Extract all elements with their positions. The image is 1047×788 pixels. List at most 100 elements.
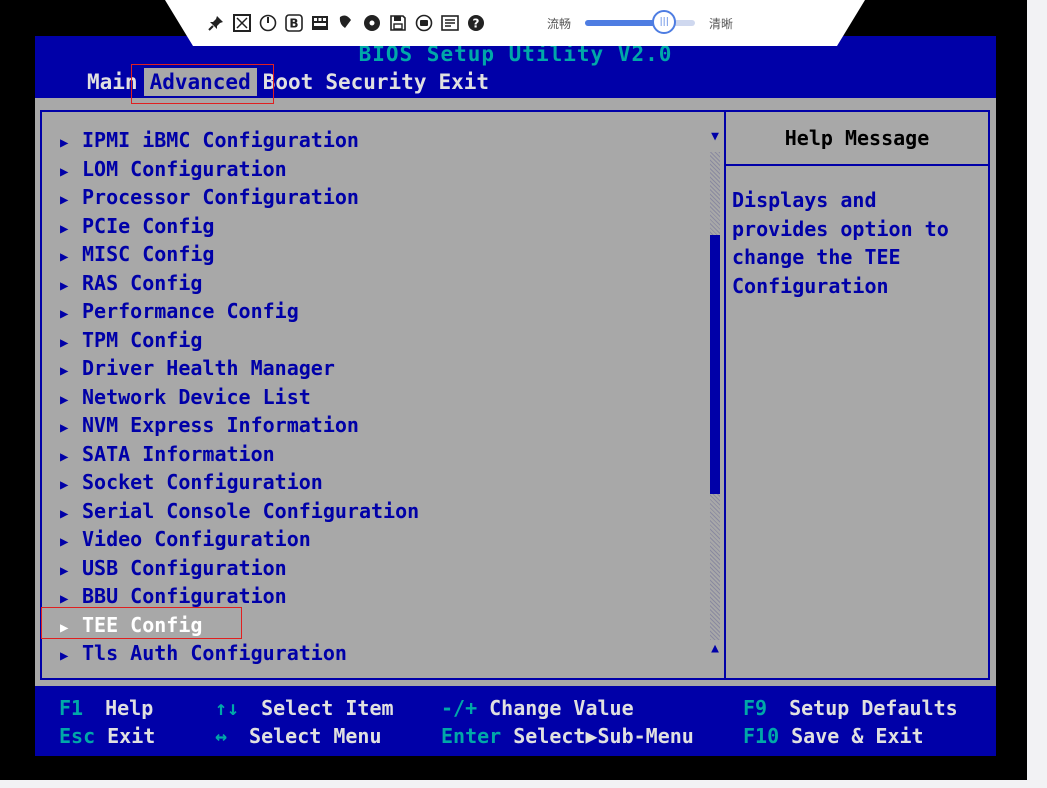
menu-item-performance-config[interactable]: ▶ Performance Config — [60, 297, 419, 326]
menu-item-label: Socket Configuration — [82, 470, 323, 494]
submenu-arrow-icon: ▶ — [60, 334, 69, 351]
menu-item-lom-configuration[interactable]: ▶ LOM Configuration — [60, 155, 419, 184]
key-hint-setup-defaults: F9 Setup Defaults — [743, 696, 958, 720]
bios-body: ▶ IPMI iBMC Configuration ▶ LOM Configurati… — [35, 98, 996, 686]
submenu-arrow-icon: ▶ — [60, 277, 69, 294]
menu-item-usb-configuration[interactable]: ▶ USB Configuration — [60, 554, 419, 583]
submenu-arrow-icon: ▶ — [60, 306, 69, 322]
submenu-arrow-icon: ▶ — [60, 534, 69, 550]
menu-item-driver-health-manager[interactable]: ▶ Driver Health Manager — [60, 354, 419, 383]
key-hint-exit: Esc Exit — [59, 724, 155, 748]
power-icon[interactable] — [257, 12, 279, 34]
submenu-arrow-icon: ▶ — [60, 135, 69, 151]
disc-icon[interactable] — [361, 12, 383, 34]
menu-item-label: NVM Express Information — [82, 413, 359, 437]
menu-item-label: SATA Information — [82, 441, 275, 466]
menu-item-sata-information[interactable]: ▶ SATA Information — [60, 440, 419, 469]
menu-item-label: RAS Config — [82, 270, 203, 295]
key-label: F1 — [59, 696, 84, 720]
clarity-label: 清晰 — [709, 16, 734, 31]
key-description: Exit — [107, 724, 156, 748]
submenu-arrow-icon: ▶ — [60, 192, 69, 208]
key-label: ↔ — [215, 724, 228, 748]
svg-text:?: ? — [473, 17, 480, 31]
key-description: Setup Defaults — [789, 696, 958, 720]
key-label: F10 — [743, 724, 780, 748]
key-label: F9 — [743, 696, 768, 720]
quality-slider[interactable]: ||| — [585, 10, 696, 34]
menu-item-label: Driver Health Manager — [82, 356, 335, 380]
key-label: ↑↓ — [215, 696, 240, 720]
screenshot-icon[interactable] — [439, 12, 461, 34]
menu-item-label: Performance Config — [82, 299, 299, 323]
menu-tab-exit[interactable]: Exit — [432, 68, 495, 96]
mouse-icon[interactable] — [335, 12, 357, 34]
menu-item-label: Processor Configuration — [82, 185, 359, 209]
menu-item-label: TPM Config — [82, 327, 203, 352]
bold-b-icon[interactable]: B — [283, 12, 305, 34]
settings-panel: ▶ IPMI iBMC Configuration ▶ LOM Configurati… — [40, 110, 726, 680]
menu-item-label: MISC Config — [82, 242, 215, 266]
submenu-arrow-icon: ▶ — [60, 448, 69, 465]
help-title: Help Message — [726, 112, 988, 166]
menu-item-label: Serial Console Configuration — [82, 498, 420, 523]
menu-item-label: Network Device List — [82, 384, 311, 409]
menu-item-tpm-config[interactable]: ▶ TPM Config — [60, 326, 419, 355]
menu-item-serial-console-configuration[interactable]: ▶ Serial Console Configuration — [60, 497, 419, 526]
key-hint-save-exit: F10 Save & Exit — [743, 724, 924, 748]
quality-slider-knob[interactable]: ||| — [652, 10, 677, 34]
submenu-arrow-icon: ▶ — [60, 648, 69, 664]
key-description: Select Menu — [249, 724, 382, 748]
menu-item-network-device-list[interactable]: ▶ Network Device List — [60, 383, 419, 412]
submenu-arrow-icon: ▶ — [60, 391, 69, 408]
help-icon[interactable]: ? — [465, 12, 487, 34]
pin-icon[interactable] — [205, 12, 227, 34]
menu-item-tls-auth-configuration[interactable]: ▶ Tls Auth Configuration — [60, 639, 419, 668]
key-description: Help — [105, 696, 154, 720]
submenu-arrow-icon: ▶ — [60, 420, 69, 436]
menu-item-misc-config[interactable]: ▶ MISC Config — [60, 240, 419, 269]
menu-item-label: LOM Configuration — [82, 156, 287, 181]
highlight-box-tee-config — [41, 607, 242, 639]
key-description: Save & Exit — [791, 724, 924, 748]
menu-item-ipmi-ibmc-configuration[interactable]: ▶ IPMI iBMC Configuration — [60, 126, 419, 155]
key-hint-help: F1 Help — [59, 696, 153, 720]
key-hint-select-item: ↑↓ Select Item — [215, 696, 394, 720]
settings-list: ▶ IPMI iBMC Configuration ▶ LOM Configurati… — [60, 126, 419, 668]
highlight-box-advanced — [131, 64, 274, 104]
keyboard-icon[interactable] — [309, 12, 331, 34]
remote-toolbar: B ? 流畅 ||| 清晰 — [165, 0, 865, 46]
menu-item-socket-configuration[interactable]: ▶ Socket Configuration — [60, 468, 419, 497]
record-icon[interactable] — [413, 12, 435, 34]
remote-console-screen: B ? 流畅 ||| 清晰 BIOS Setup Utility V2.0 Ma… — [0, 0, 1027, 780]
menu-item-pcie-config[interactable]: ▶ PCIe Config — [60, 212, 419, 241]
submenu-arrow-icon: ▶ — [60, 163, 69, 180]
key-label: -/+ — [441, 696, 478, 720]
fit-screen-icon[interactable] — [231, 12, 253, 34]
menu-item-nvm-express-information[interactable]: ▶ NVM Express Information — [60, 411, 419, 440]
key-label: Esc — [59, 724, 96, 748]
scroll-up-arrow-icon[interactable]: ▲ — [709, 642, 721, 656]
scroll-thumb[interactable] — [710, 234, 720, 494]
svg-text:B: B — [289, 17, 298, 31]
menu-tab-security[interactable]: Security — [319, 68, 432, 96]
submenu-arrow-icon: ▶ — [60, 562, 69, 579]
menu-item-label: BBU Configuration — [82, 584, 287, 608]
menu-item-ras-config[interactable]: ▶ RAS Config — [60, 269, 419, 298]
help-text: Displays and provides option to change t… — [732, 188, 949, 298]
menu-item-label: Video Configuration — [82, 527, 311, 551]
menu-item-label: IPMI iBMC Configuration — [82, 128, 359, 152]
menu-item-label: USB Configuration — [82, 555, 287, 580]
scrollbar[interactable]: ▼ ▲ — [709, 130, 721, 660]
bios-footer: F1 Help ↑↓ Select Item -/+ Change Value F9 Setu… — [35, 686, 996, 756]
save-icon[interactable] — [387, 12, 409, 34]
submenu-arrow-icon: ▶ — [60, 477, 69, 493]
key-description: Change Value — [489, 696, 634, 720]
scroll-down-arrow-icon[interactable]: ▼ — [709, 130, 721, 144]
fluency-label: 流畅 — [547, 16, 572, 31]
key-hint-select-sub-menu: Enter Select▶Sub-Menu — [441, 724, 694, 748]
menu-item-processor-configuration[interactable]: ▶ Processor Configuration — [60, 183, 419, 212]
submenu-arrow-icon: ▶ — [60, 220, 69, 237]
key-hint-select-menu: ↔ Select Menu — [215, 724, 382, 748]
menu-item-video-configuration[interactable]: ▶ Video Configuration — [60, 525, 419, 554]
